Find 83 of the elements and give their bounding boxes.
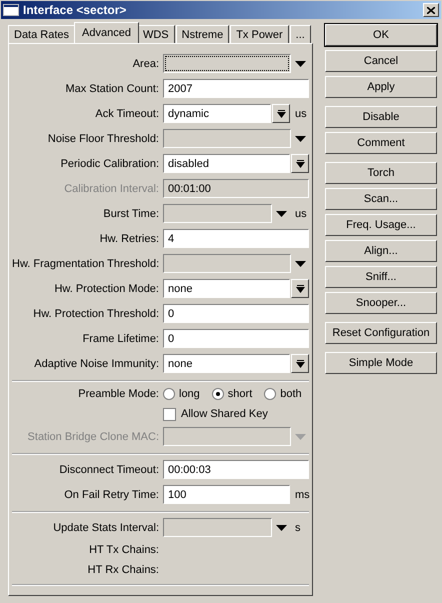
tab[interactable]: WDS bbox=[136, 25, 175, 43]
field-label: Max Station Count: bbox=[64, 82, 159, 94]
radio-button[interactable] bbox=[264, 388, 276, 400]
field-label: Preamble Mode: bbox=[77, 388, 159, 400]
checkbox-label: Allow Shared Key bbox=[181, 408, 268, 420]
arrow-down-icon bbox=[276, 108, 286, 118]
field-label: Hw. Retries: bbox=[98, 232, 159, 244]
tab[interactable]: Advanced bbox=[74, 22, 139, 43]
radio-button[interactable] bbox=[163, 388, 175, 400]
text-field[interactable]: 00:00:03 bbox=[163, 460, 309, 479]
window-title: Interface <sector> bbox=[23, 3, 128, 17]
field-label: Ack Timeout: bbox=[94, 108, 159, 120]
dialog-button[interactable]: Reset Configuration bbox=[325, 322, 437, 344]
combo-button[interactable] bbox=[272, 104, 290, 123]
field-label: Burst Time: bbox=[102, 208, 159, 220]
field-label: On Fail Retry Time: bbox=[63, 488, 159, 500]
dialog-button[interactable]: Simple Mode bbox=[325, 352, 437, 374]
dropdown-field[interactable] bbox=[163, 129, 291, 148]
field-label: Disconnect Timeout: bbox=[58, 464, 159, 476]
dropdown-arrow-icon[interactable] bbox=[276, 524, 286, 530]
dialog-button[interactable]: Cancel bbox=[325, 50, 437, 72]
dialog-button[interactable]: Freq. Usage... bbox=[325, 214, 437, 236]
field-label: Frame Lifetime: bbox=[82, 332, 159, 344]
dialog-button[interactable]: Align... bbox=[325, 240, 437, 262]
field-label: HT Rx Chains: bbox=[86, 564, 159, 576]
dialog-button[interactable]: Sniff... bbox=[325, 266, 437, 288]
dialog-button[interactable]: Snooper... bbox=[325, 292, 437, 314]
radio-label: short bbox=[228, 388, 252, 400]
text-field[interactable]: 2007 bbox=[163, 79, 309, 98]
field-label: Noise Floor Threshold: bbox=[46, 132, 159, 144]
combo-field[interactable]: disabled bbox=[163, 154, 290, 173]
close-icon bbox=[427, 6, 435, 14]
text-field[interactable]: 0 bbox=[163, 329, 309, 348]
dialog-button[interactable]: Apply bbox=[325, 76, 437, 98]
dropdown-arrow-icon[interactable] bbox=[294, 260, 306, 266]
dropdown-field[interactable] bbox=[163, 518, 272, 537]
field-label: HT Tx Chains: bbox=[88, 544, 159, 556]
radio-button[interactable] bbox=[212, 388, 224, 400]
dropdown-arrow-icon[interactable] bbox=[294, 136, 306, 142]
dialog-button[interactable]: OK bbox=[325, 24, 437, 46]
field-label: Hw. Fragmentation Threshold: bbox=[12, 258, 159, 270]
combo-field[interactable]: dynamic bbox=[163, 104, 271, 123]
field-label: Adaptive Noise Immunity: bbox=[33, 358, 159, 370]
unit-label: us bbox=[295, 108, 307, 120]
field-label: Station Bridge Clone MAC: bbox=[26, 430, 159, 442]
checkbox[interactable] bbox=[163, 408, 176, 420]
arrow-down-icon bbox=[296, 284, 304, 294]
tab[interactable]: Data Rates bbox=[8, 25, 76, 43]
combo-button[interactable] bbox=[291, 354, 309, 373]
dropdown-arrow-icon[interactable] bbox=[276, 210, 286, 216]
dropdown-field[interactable] bbox=[163, 54, 291, 73]
dropdown-field[interactable] bbox=[163, 204, 272, 223]
combo-field[interactable]: none bbox=[163, 279, 290, 298]
field-label: Hw. Protection Mode: bbox=[53, 282, 159, 294]
field-label: Calibration Interval: bbox=[63, 182, 159, 194]
dialog-button[interactable]: Comment bbox=[325, 132, 437, 154]
radio-label: long bbox=[179, 388, 200, 400]
field-label: Hw. Protection Threshold: bbox=[32, 308, 159, 320]
unit-label: us bbox=[295, 208, 307, 220]
text-field[interactable]: 0 bbox=[163, 304, 309, 323]
arrow-down-icon bbox=[296, 158, 304, 168]
close-button[interactable] bbox=[423, 3, 439, 17]
combo-button[interactable] bbox=[291, 279, 309, 298]
dropdown-arrow-icon[interactable] bbox=[294, 60, 306, 66]
field-label: Area: bbox=[132, 58, 159, 70]
tab[interactable]: Nstreme bbox=[176, 25, 230, 43]
dropdown-field[interactable] bbox=[163, 254, 291, 273]
text-field[interactable]: 4 bbox=[163, 229, 309, 248]
dialog-button[interactable]: Disable bbox=[325, 106, 437, 128]
unit-label: ms bbox=[295, 488, 310, 500]
tab[interactable]: Tx Power bbox=[230, 25, 289, 43]
field-label: Periodic Calibration: bbox=[60, 158, 159, 170]
dialog-button[interactable]: Scan... bbox=[325, 188, 437, 210]
arrow-down-icon bbox=[296, 358, 304, 368]
combo-field[interactable]: none bbox=[163, 354, 290, 373]
text-field[interactable]: 100 bbox=[163, 485, 290, 504]
field-label: Update Stats Interval: bbox=[52, 522, 159, 534]
radio-label: both bbox=[280, 388, 302, 400]
window-icon bbox=[3, 4, 19, 16]
unit-label: s bbox=[295, 522, 300, 534]
dialog-button[interactable]: Torch bbox=[325, 162, 437, 184]
tab[interactable]: ... bbox=[290, 25, 311, 43]
combo-button[interactable] bbox=[291, 154, 309, 173]
